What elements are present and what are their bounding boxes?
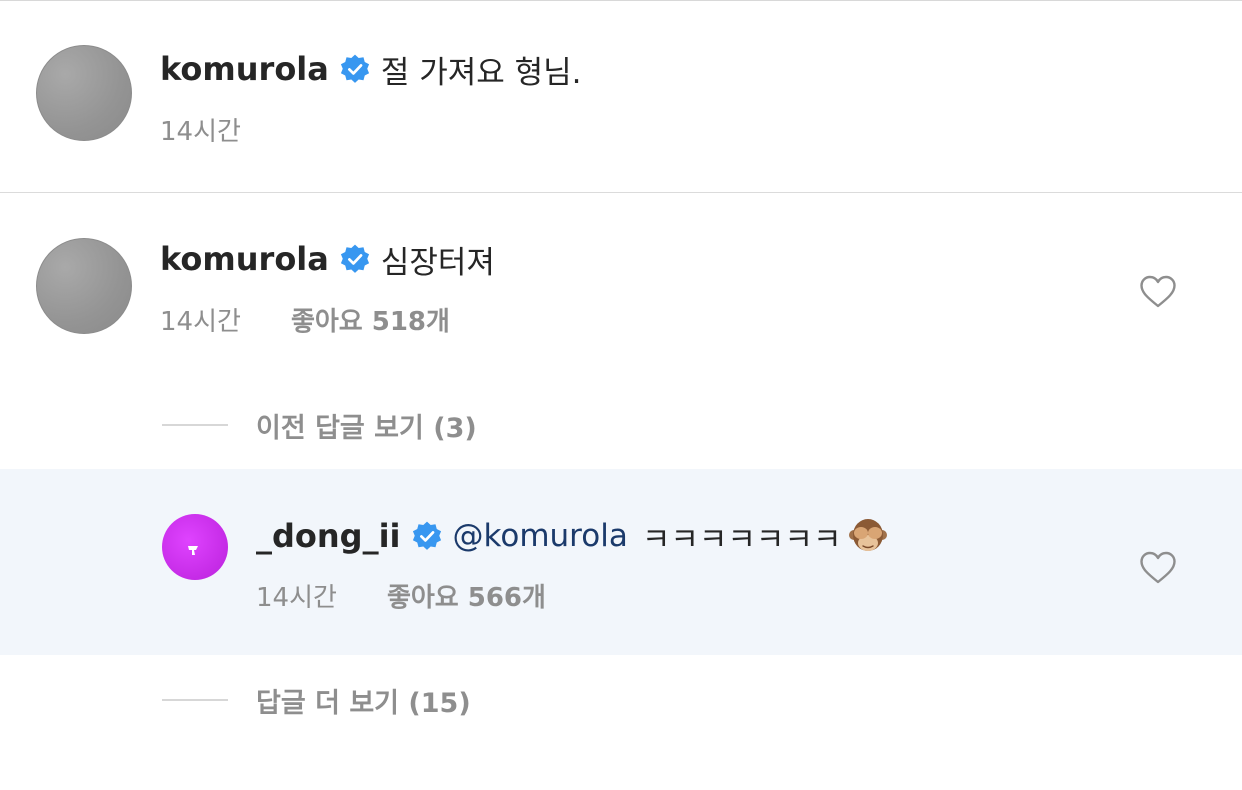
avatar-glyph-icon xyxy=(188,546,198,555)
comment-text: 절 가져요 형님. xyxy=(380,54,582,91)
reply-line: _dong_ii @komurola ㅋㅋㅋㅋㅋㅋㅋ xyxy=(256,514,889,558)
username[interactable]: komurola xyxy=(160,50,329,88)
see-no-evil-monkey-icon xyxy=(849,519,888,551)
username[interactable]: komurola xyxy=(160,240,329,278)
view-more-replies-button[interactable]: 답글 더 보기 (15) xyxy=(162,682,471,719)
mention-link[interactable]: @komurola xyxy=(453,518,628,554)
heart-icon[interactable] xyxy=(1139,551,1177,585)
username[interactable]: _dong_ii xyxy=(256,517,401,555)
comment-meta: 14시간 xyxy=(160,113,241,147)
timestamp: 14시간 xyxy=(160,116,241,147)
timestamp: 14시간 xyxy=(256,582,337,613)
avatar[interactable] xyxy=(162,514,228,580)
timestamp: 14시간 xyxy=(160,306,241,337)
comment-text: 심장터져 xyxy=(380,244,495,281)
top-divider xyxy=(0,0,1242,1)
reply-meta: 14시간 좋아요 566개 xyxy=(256,577,546,614)
avatar[interactable] xyxy=(36,238,132,334)
reply-line-divider xyxy=(162,424,228,426)
likes-count[interactable]: 좋아요 518개 xyxy=(291,301,450,338)
view-more-replies-label: 답글 더 보기 (15) xyxy=(256,687,471,719)
section-divider xyxy=(0,192,1242,193)
reply-line-divider xyxy=(162,699,228,701)
reply-text: ㅋㅋㅋㅋㅋㅋㅋ xyxy=(641,521,842,558)
verified-badge-icon xyxy=(412,521,441,550)
comment-line: komurola 절 가져요 형님. xyxy=(160,48,582,91)
comment-meta: 14시간 좋아요 518개 xyxy=(160,301,450,338)
likes-count[interactable]: 좋아요 566개 xyxy=(387,577,546,614)
avatar[interactable] xyxy=(36,45,132,141)
verified-badge-icon xyxy=(340,54,369,83)
view-previous-replies-button[interactable]: 이전 답글 보기 (3) xyxy=(162,407,477,444)
view-previous-replies-label: 이전 답글 보기 (3) xyxy=(256,412,477,444)
heart-icon[interactable] xyxy=(1139,275,1177,309)
comment-line: komurola 심장터져 xyxy=(160,238,495,281)
verified-badge-icon xyxy=(340,244,369,273)
